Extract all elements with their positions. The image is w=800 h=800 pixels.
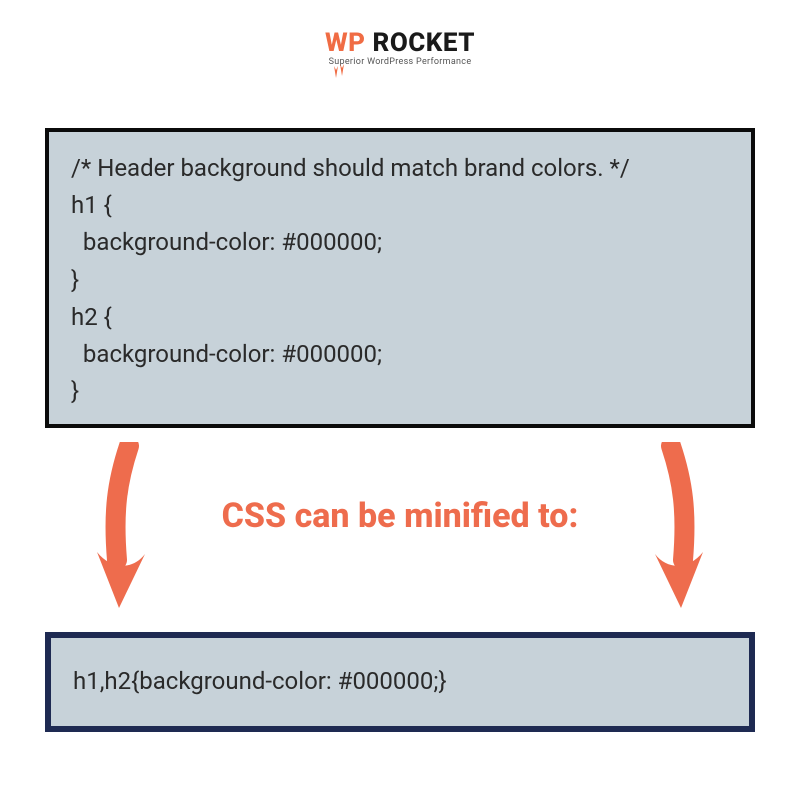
logo-rocket-text: ROCKET [366,28,475,58]
css-before-box: /* Header background should match brand … [45,128,755,428]
arrow-down-right-icon [649,442,705,612]
logo-tagline: Superior WordPress Performance [325,58,475,67]
css-after-box: h1,h2{background-color: #000000;} [45,632,755,732]
wp-rocket-logo: WP ROCKET Superior WordPress Performance [325,30,475,67]
css-before-code: /* Header background should match brand … [71,154,630,405]
flame-icon [333,56,347,78]
css-after-code: h1,h2{background-color: #000000;} [73,663,447,700]
logo-wp-text: WP [325,28,366,58]
logo-wordmark: WP ROCKET [325,30,475,56]
